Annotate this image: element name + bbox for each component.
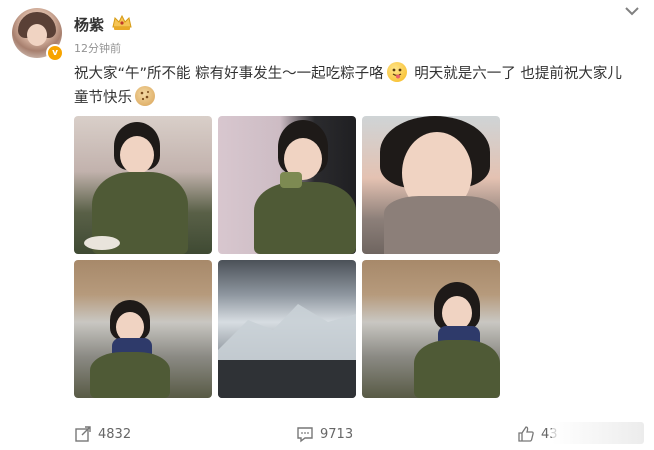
comment-icon: [297, 427, 313, 443]
post-text-part-3: 童节快乐: [74, 90, 132, 106]
zongzi-shape: [280, 172, 302, 188]
photo-5[interactable]: [218, 260, 356, 398]
comment-count: 9713: [320, 426, 354, 442]
plate-shape: [84, 236, 120, 250]
post-text: 祝大家“午”所不能 粽有好事发生～一起吃粽子咯 明天就是六一了 也提前祝大家儿 …: [74, 62, 634, 110]
watermark-overlay: [552, 422, 644, 444]
mountain-shape: [218, 304, 356, 398]
share-button[interactable]: 4832: [74, 424, 131, 444]
photo-1[interactable]: [74, 116, 212, 254]
photo-grid: [74, 116, 500, 400]
post-text-line-1: 祝大家“午”所不能 粽有好事发生～一起吃粽子咯 明天就是六一了 也提前祝大家儿: [74, 62, 634, 86]
verified-badge-icon: v: [46, 44, 64, 62]
post-text-part-2: 明天就是六一了 也提前祝大家儿: [414, 66, 622, 82]
post-text-line-2: 童节快乐: [74, 86, 634, 110]
face-shape: [442, 296, 472, 330]
jacket-shape: [414, 340, 500, 398]
post-timestamp[interactable]: 12分钟前: [74, 40, 121, 56]
photo-6[interactable]: [362, 260, 500, 398]
share-count: 4832: [98, 426, 132, 442]
jacket-shape: [254, 182, 356, 254]
photo-4[interactable]: [74, 260, 212, 398]
avatar-face: [27, 24, 47, 46]
post-text-part-1: 祝大家“午”所不能 粽有好事发生～一起吃粽子咯: [74, 66, 384, 82]
weibo-post-card: v 杨紫 12分钟前 祝大家“午”所不能 粽有好事发生～一起吃粽子咯 明天就是六…: [0, 0, 654, 450]
thumbs-up-icon: [518, 426, 534, 442]
comment-button[interactable]: 9713: [296, 424, 353, 444]
chevron-down-icon[interactable]: [622, 3, 642, 19]
username[interactable]: 杨紫: [74, 14, 104, 35]
photo-3[interactable]: [362, 116, 500, 254]
cookie-emoji-icon: [135, 86, 155, 106]
tongue-emoji-icon: [386, 62, 407, 82]
photo-2[interactable]: [218, 116, 356, 254]
share-icon: [75, 426, 91, 442]
scarf-shape: [384, 196, 500, 254]
face-shape: [120, 136, 154, 174]
jacket-shape: [90, 352, 170, 398]
crown-icon[interactable]: [111, 13, 133, 31]
